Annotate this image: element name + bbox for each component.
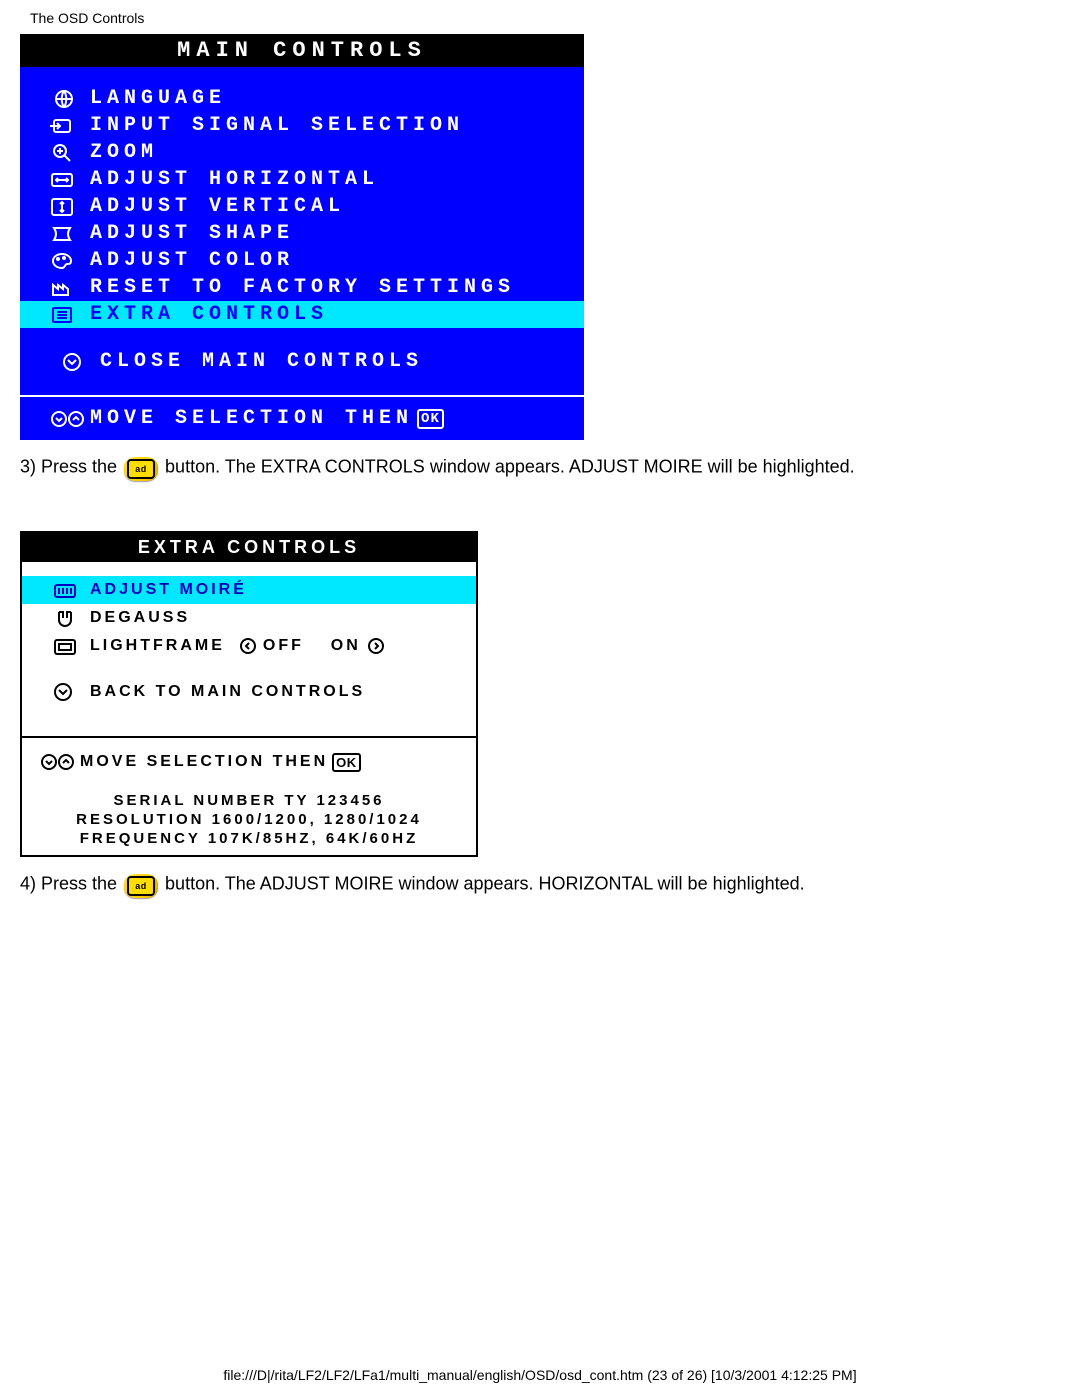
ok-button-icon: ad xyxy=(124,871,158,898)
frame-icon xyxy=(52,636,90,656)
main-footer: MOVE SELECTION THEN OK xyxy=(20,397,584,440)
menu-label: ADJUST HORIZONTAL xyxy=(90,168,379,191)
serial-line: SERIAL NUMBER TY 123456 xyxy=(22,792,476,809)
menu-label: LANGUAGE xyxy=(90,87,226,110)
shape-icon xyxy=(50,224,90,244)
menu-label: EXTRA CONTROLS xyxy=(90,303,328,326)
ok-outline-icon: OK xyxy=(417,409,444,429)
menu-item-language[interactable]: LANGUAGE xyxy=(20,85,584,112)
menu-label: ADJUST SHAPE xyxy=(90,222,294,245)
down-caret-circle-icon xyxy=(60,352,100,372)
footer-text: MOVE SELECTION THEN xyxy=(90,407,413,430)
menu-item-adjust-horizontal[interactable]: ADJUST HORIZONTAL xyxy=(20,166,584,193)
arrow-in-icon xyxy=(50,116,90,136)
menu-label: RESET TO FACTORY SETTINGS xyxy=(90,276,515,299)
extra-item-back[interactable]: BACK TO MAIN CONTROLS xyxy=(22,678,476,706)
moire-icon xyxy=(52,580,90,600)
extra-label: LIGHTFRAME xyxy=(90,637,225,655)
extra-footer: MOVE SELECTION THEN OK xyxy=(22,738,476,790)
ok-outline-icon: OK xyxy=(332,753,361,772)
updown-circles-icon xyxy=(50,409,90,429)
step3-prefix: 3) Press the xyxy=(20,456,122,476)
extra-info: SERIAL NUMBER TY 123456 RESOLUTION 1600/… xyxy=(22,792,476,855)
menu-item-zoom[interactable]: ZOOM xyxy=(20,139,584,166)
back-label: BACK TO MAIN CONTROLS xyxy=(90,683,365,701)
extra-controls-panel: EXTRA CONTROLS ADJUST MOIRÉ DEGAUSS LIGH… xyxy=(20,531,478,857)
left-caret-circle-icon xyxy=(239,637,257,655)
horizontal-arrows-icon xyxy=(50,170,90,190)
instruction-step-3: 3) Press the ad button. The EXTRA CONTRO… xyxy=(0,440,1080,481)
extra-label: ADJUST MOIRÉ xyxy=(90,581,247,599)
instruction-step-4: 4) Press the ad button. The ADJUST MOIRE… xyxy=(0,857,1080,898)
menu-item-reset[interactable]: RESET TO FACTORY SETTINGS xyxy=(20,274,584,301)
menu-label: ADJUST VERTICAL xyxy=(90,195,345,218)
frequency-line: FREQUENCY 107K/85HZ, 64K/60HZ xyxy=(22,830,476,847)
extra-item-lightframe[interactable]: LIGHTFRAME OFF ON xyxy=(22,632,476,660)
vertical-arrows-icon xyxy=(50,197,90,217)
step3-suffix: button. The EXTRA CONTROLS window appear… xyxy=(160,456,855,476)
globe-icon xyxy=(50,89,90,109)
down-caret-circle-icon xyxy=(52,682,90,702)
lightframe-off: OFF xyxy=(263,637,304,655)
extra-label: DEGAUSS xyxy=(90,609,190,627)
updown-circles-icon xyxy=(40,752,80,772)
menu-item-extra-controls[interactable]: EXTRA CONTROLS xyxy=(20,301,584,328)
main-controls-panel: MAIN CONTROLS LANGUAGE INPUT SIGNAL SELE… xyxy=(20,34,584,440)
main-controls-title: MAIN CONTROLS xyxy=(20,34,584,67)
menu-item-adjust-vertical[interactable]: ADJUST VERTICAL xyxy=(20,193,584,220)
step4-prefix: 4) Press the xyxy=(20,873,122,893)
extra-item-degauss[interactable]: DEGAUSS xyxy=(22,604,476,632)
magnifier-icon xyxy=(50,143,90,163)
page-header: The OSD Controls xyxy=(0,0,1080,34)
magnet-icon xyxy=(52,608,90,628)
menu-label: ZOOM xyxy=(90,141,158,164)
ok-button-icon: ad xyxy=(124,454,158,481)
close-label: CLOSE MAIN CONTROLS xyxy=(100,350,423,373)
right-caret-circle-icon xyxy=(367,637,385,655)
menu-label: INPUT SIGNAL SELECTION xyxy=(90,114,464,137)
page-footer-path: file:///D|/rita/LF2/LF2/LFa1/multi_manua… xyxy=(0,1367,1080,1383)
menu-label: ADJUST COLOR xyxy=(90,249,294,272)
extra-footer-text: MOVE SELECTION THEN xyxy=(80,753,328,771)
resolution-line: RESOLUTION 1600/1200, 1280/1024 xyxy=(22,811,476,828)
menu-item-close[interactable]: CLOSE MAIN CONTROLS xyxy=(20,346,584,377)
menu-item-adjust-color[interactable]: ADJUST COLOR xyxy=(20,247,584,274)
factory-icon xyxy=(50,278,90,298)
extra-controls-title: EXTRA CONTROLS xyxy=(22,533,476,562)
list-icon xyxy=(50,305,90,325)
lightframe-on: ON xyxy=(331,637,361,655)
step4-suffix: button. The ADJUST MOIRE window appears.… xyxy=(160,873,805,893)
extra-item-adjust-moire[interactable]: ADJUST MOIRÉ xyxy=(22,576,476,604)
menu-item-adjust-shape[interactable]: ADJUST SHAPE xyxy=(20,220,584,247)
palette-icon xyxy=(50,251,90,271)
menu-item-input-signal[interactable]: INPUT SIGNAL SELECTION xyxy=(20,112,584,139)
